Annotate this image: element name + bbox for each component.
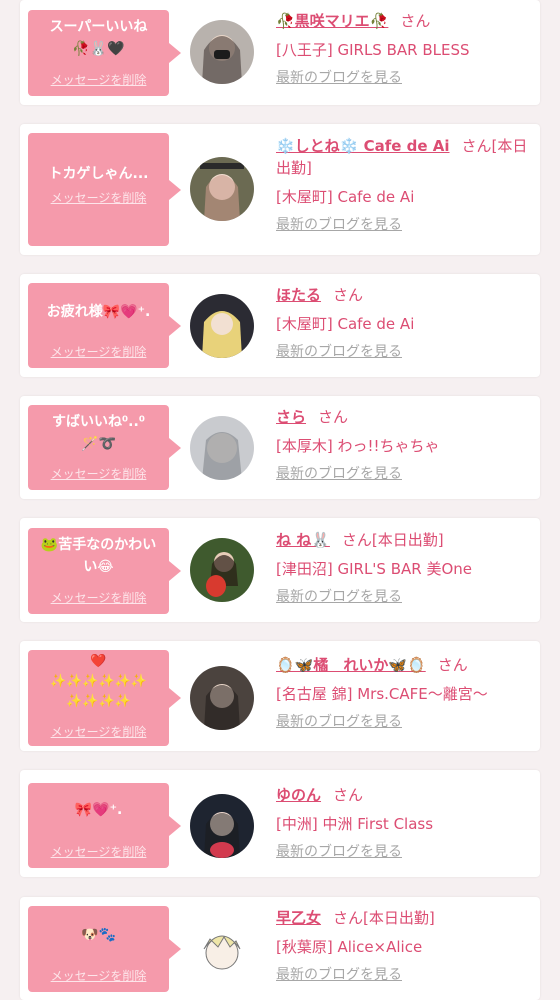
avatar[interactable] (190, 794, 254, 858)
sender-name[interactable]: 早乙女 (276, 909, 321, 927)
message-card: 🐸苦手なのかわい い😂 メッセージを削除 ね ね🐰 さん[本日出勤] [津田沼] … (20, 518, 540, 622)
delete-message-link[interactable]: メッセージを削除 (28, 843, 169, 860)
avatar[interactable] (190, 538, 254, 602)
message-card: スーパーいいね 🥀🐰🖤 メッセージを削除 🥀黒咲マリエ🥀 さん [八王子] GIR… (20, 0, 540, 105)
sender-info: 早乙女 さん[本日出勤] [秋葉原] Alice×Alice 最新のブログを見る (276, 907, 534, 985)
message-bubble: スーパーいいね 🥀🐰🖤 メッセージを削除 (28, 10, 181, 96)
message-bubble: 🐸苦手なのかわい い😂 メッセージを削除 (28, 528, 181, 614)
sender-name[interactable]: ね ね🐰 (276, 531, 330, 549)
san-suffix: さん (341, 531, 372, 549)
message-text: ❤️ ✨✨✨✨✨✨ ✨✨✨✨ (49, 654, 148, 709)
latest-blog-link[interactable]: 最新のブログを見る (276, 965, 534, 985)
san-suffix: さん (333, 909, 364, 927)
delete-message-link[interactable]: メッセージを削除 (28, 967, 169, 984)
shop-name: [木屋町] Cafe de Ai (276, 188, 415, 206)
avatar[interactable] (190, 157, 254, 221)
message-card: ❤️ ✨✨✨✨✨✨ ✨✨✨✨ メッセージを削除 🪞🦋橘 れいか🦋🪞 さん [名古屋… (20, 641, 540, 751)
message-card: お疲れ様🎀💗⁺. メッセージを削除 ほたる さん [木屋町] Cafe de Ai… (20, 274, 540, 377)
sender-name[interactable]: ゆのん (276, 786, 321, 804)
delete-message-link[interactable]: メッセージを削除 (28, 343, 169, 360)
shop-name: [名古屋 錦] Mrs.CAFE〜離宮〜 (276, 685, 488, 703)
avatar[interactable] (190, 416, 254, 480)
avatar[interactable] (190, 666, 254, 730)
message-card: 🐶🐾 メッセージを削除 早乙女 さん[本日出勤] [秋葉原] Alice×Alic… (20, 897, 540, 1000)
sender-name[interactable]: 🥀黒咲マリエ🥀 (276, 12, 388, 30)
sender-name[interactable]: さら (276, 408, 306, 426)
delete-message-link[interactable]: メッセージを削除 (28, 189, 169, 206)
sender-info: ほたる さん [木屋町] Cafe de Ai 最新のブログを見る (276, 284, 534, 362)
san-suffix: さん (400, 12, 431, 30)
message-bubble: すばいいね⁰..⁰ 🪄➰ メッセージを削除 (28, 405, 181, 490)
latest-blog-link[interactable]: 最新のブログを見る (276, 587, 534, 607)
san-suffix: さん (461, 137, 492, 155)
avatar[interactable] (190, 20, 254, 84)
shop-name: [本厚木] わっ!!ちゃちゃ (276, 437, 440, 455)
shop-name: [八王子] GIRLS BAR BLESS (276, 41, 470, 59)
message-text: 🐸苦手なのかわい い😂 (40, 537, 157, 575)
delete-message-link[interactable]: メッセージを削除 (28, 71, 169, 88)
message-bubble: 🐶🐾 メッセージを削除 (28, 906, 181, 992)
latest-blog-link[interactable]: 最新のブログを見る (276, 215, 534, 235)
message-bubble: ❤️ ✨✨✨✨✨✨ ✨✨✨✨ メッセージを削除 (28, 650, 181, 746)
san-suffix: さん (318, 408, 349, 426)
message-card: すばいいね⁰..⁰ 🪄➰ メッセージを削除 さら さん [本厚木] わっ!!ちゃち… (20, 396, 540, 499)
message-text: トカゲしゃん... (48, 166, 149, 182)
shop-name: [中洲] 中洲 First Class (276, 815, 434, 833)
sender-name[interactable]: 🪞🦋橘 れいか🦋🪞 (276, 656, 426, 674)
sender-info: ね ね🐰 さん[本日出勤] [津田沼] GIRL'S BAR 美One 最新のブロ… (276, 529, 534, 607)
shop-name: [津田沼] GIRL'S BAR 美One (276, 560, 472, 578)
message-text: すばいいね⁰..⁰ 🪄➰ (52, 414, 145, 452)
shop-name: [木屋町] Cafe de Ai (276, 315, 415, 333)
delete-message-link[interactable]: メッセージを削除 (28, 465, 169, 482)
message-text: 🐶🐾 (81, 927, 116, 943)
sender-info: さら さん [本厚木] わっ!!ちゃちゃ 最新のブログを見る (276, 406, 534, 484)
sender-name[interactable]: ❄️しとね❄️ Cafe de Ai (276, 137, 450, 155)
message-bubble: お疲れ様🎀💗⁺. メッセージを削除 (28, 283, 181, 368)
san-suffix: さん (437, 656, 468, 674)
latest-blog-link[interactable]: 最新のブログを見る (276, 68, 534, 88)
delete-message-link[interactable]: メッセージを削除 (28, 723, 169, 740)
today-attendance-status: [本日出勤] (371, 531, 444, 549)
latest-blog-link[interactable]: 最新のブログを見る (276, 464, 534, 484)
sender-info: ❄️しとね❄️ Cafe de Ai さん[本日出勤] [木屋町] Cafe de… (276, 135, 534, 235)
latest-blog-link[interactable]: 最新のブログを見る (276, 842, 534, 862)
sender-info: ゆのん さん [中洲] 中洲 First Class 最新のブログを見る (276, 784, 534, 862)
delete-message-link[interactable]: メッセージを削除 (28, 589, 169, 606)
sender-name[interactable]: ほたる (276, 286, 321, 304)
shop-name: [秋葉原] Alice×Alice (276, 938, 423, 956)
latest-blog-link[interactable]: 最新のブログを見る (276, 342, 534, 362)
san-suffix: さん (333, 286, 364, 304)
message-text: 🎀💗⁺. (74, 802, 123, 818)
avatar[interactable] (190, 294, 254, 358)
avatar[interactable] (190, 919, 254, 983)
today-attendance-status: [本日出勤] (363, 909, 435, 927)
san-suffix: さん (333, 786, 364, 804)
message-card: 🎀💗⁺. メッセージを削除 ゆのん さん [中洲] 中洲 First Class … (20, 770, 540, 877)
message-bubble: 🎀💗⁺. メッセージを削除 (28, 783, 181, 868)
message-text: お疲れ様🎀💗⁺. (46, 304, 151, 320)
message-text: スーパーいいね 🥀🐰🖤 (49, 19, 148, 57)
message-bubble: トカゲしゃん... メッセージを削除 (28, 133, 181, 246)
latest-blog-link[interactable]: 最新のブログを見る (276, 712, 534, 732)
sender-info: 🥀黒咲マリエ🥀 さん [八王子] GIRLS BAR BLESS 最新のブログを見… (276, 10, 534, 88)
message-card: トカゲしゃん... メッセージを削除 ❄️しとね❄️ Cafe de Ai さん [… (20, 124, 540, 255)
sender-info: 🪞🦋橘 れいか🦋🪞 さん [名古屋 錦] Mrs.CAFE〜離宮〜 最新のブログを… (276, 654, 534, 732)
